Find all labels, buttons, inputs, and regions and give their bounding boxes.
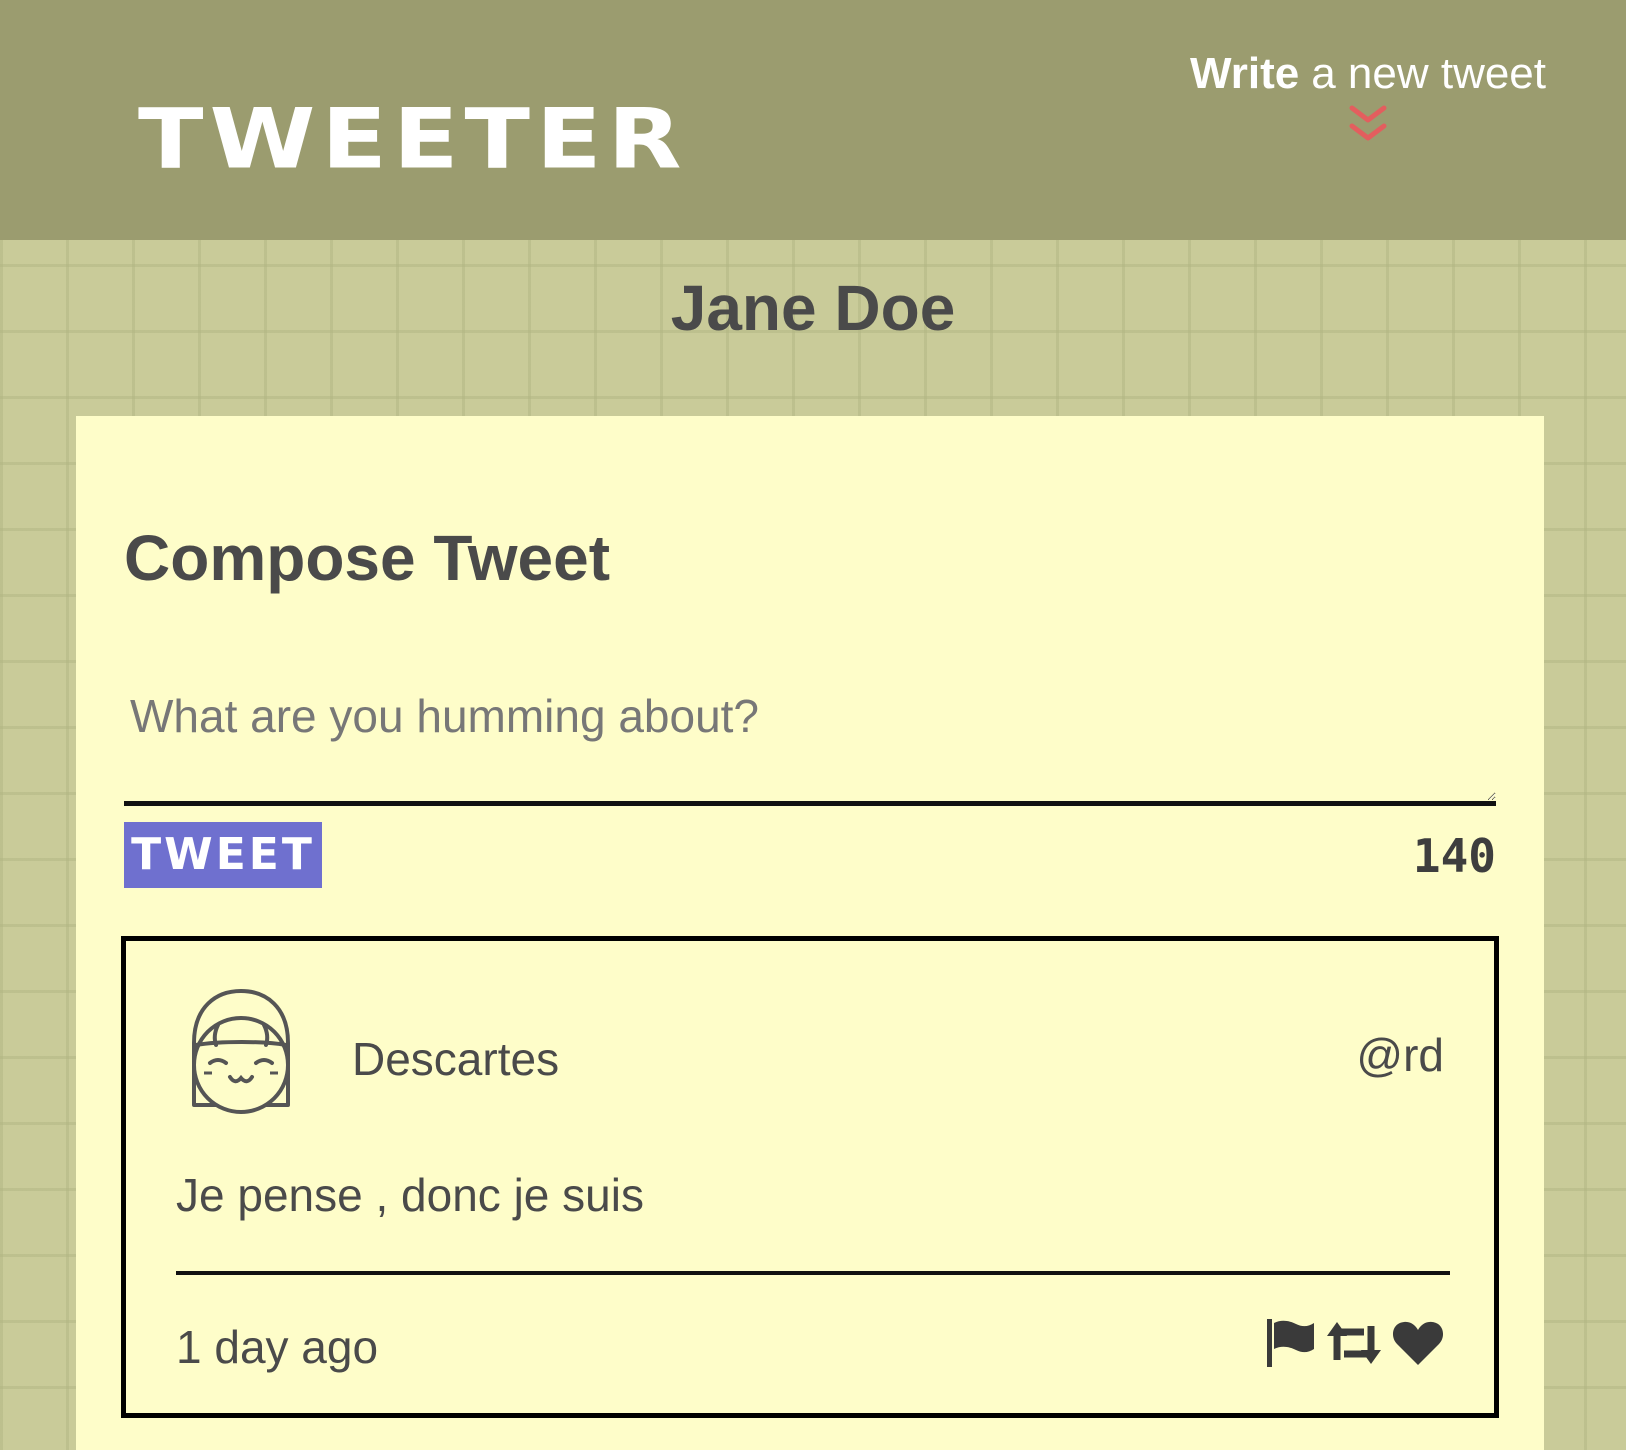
tweet-textarea[interactable] [124,684,1496,806]
character-counter: 140 [1412,829,1496,883]
retweet-icon[interactable] [1326,1320,1382,1366]
tweet-author-handle[interactable]: @rd [1356,1027,1444,1083]
tweet-actions [1264,1317,1444,1369]
double-chevron-down-icon[interactable] [1346,104,1390,146]
tweet-card: Descartes @rd Je pense , donc je suis 1 … [121,936,1499,1418]
tweet-divider [176,1271,1450,1275]
heart-icon[interactable] [1392,1319,1444,1367]
tweet-text: Je pense , donc je suis [176,1169,644,1221]
profile-name: Jane Doe [670,272,956,344]
main-container: Compose Tweet TWEET 140 Descartes @rd Je… [76,416,1544,1450]
girl-avatar-icon [192,989,290,1114]
compose-title: Compose Tweet [124,522,610,594]
write-new-tweet-toggle[interactable]: Write a new tweet [1178,49,1558,146]
tweet-submit-button[interactable]: TWEET [124,822,322,888]
tweet-author-name: Descartes [352,1033,560,1085]
tweet-timestamp: 1 day ago [176,1321,379,1373]
new-tweet-label: a new tweet [1311,49,1547,98]
brand-logo[interactable]: TWEETER [138,98,688,181]
top-nav: TWEETER Write a new tweet [0,0,1626,240]
flag-icon[interactable] [1264,1317,1316,1369]
write-label: Write [1189,49,1300,98]
